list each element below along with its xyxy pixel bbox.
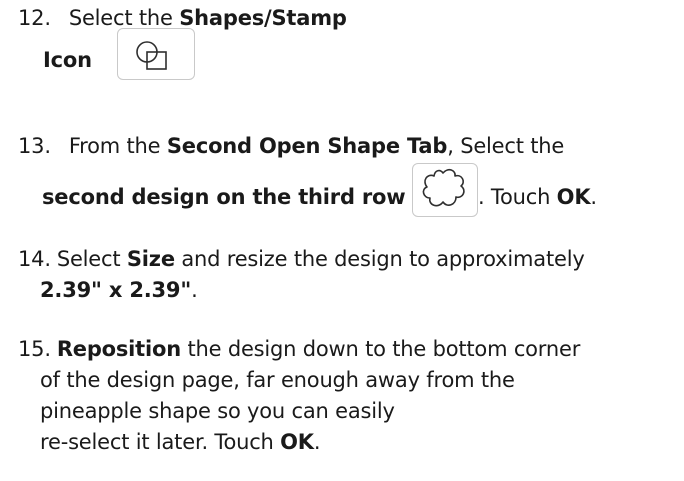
bold-text: Icon <box>43 48 92 72</box>
step-15-line-2: of the design page, far enough away from… <box>40 368 515 392</box>
bold-text: Size <box>126 247 175 271</box>
bold-text: Second Open Shape Tab <box>166 134 448 158</box>
bold-text: Reposition <box>56 337 181 361</box>
step-number: 14. <box>18 247 51 271</box>
shapes-stamp-icon[interactable] <box>116 28 195 80</box>
step-number: 12. <box>18 6 51 30</box>
step-15-line-4: re-select it later. Touch OK. <box>40 430 321 454</box>
step-12-line-2: Icon . <box>43 28 195 80</box>
bold-text: Shapes/Stamp <box>179 6 347 30</box>
bold-text: OK <box>556 185 591 209</box>
step-number: 15. <box>18 337 51 361</box>
cloud-shape-icon[interactable] <box>411 163 478 217</box>
step-13-line-1: 13. From the Second Open Shape Tab, Selec… <box>18 134 565 158</box>
bold-text: 2.39" x 2.39" <box>40 278 192 302</box>
shapes-stamp-icon-graphic <box>136 41 167 70</box>
step-13-line-2: second design on the third row . Touch O… <box>42 163 597 217</box>
step-number: 13. <box>18 134 51 158</box>
step-14-line-1: 14. Select Size and resize the design to … <box>18 247 585 271</box>
bold-text: second design on the third row <box>42 185 406 209</box>
cloud-shape-icon-graphic <box>422 168 465 207</box>
step-15-line-1: 15. Reposition the design down to the bot… <box>18 337 581 361</box>
step-14-line-2: 2.39" x 2.39". <box>40 278 198 302</box>
bold-text: OK <box>280 430 314 454</box>
step-15-line-3: pineapple shape so you can easily <box>40 399 395 423</box>
